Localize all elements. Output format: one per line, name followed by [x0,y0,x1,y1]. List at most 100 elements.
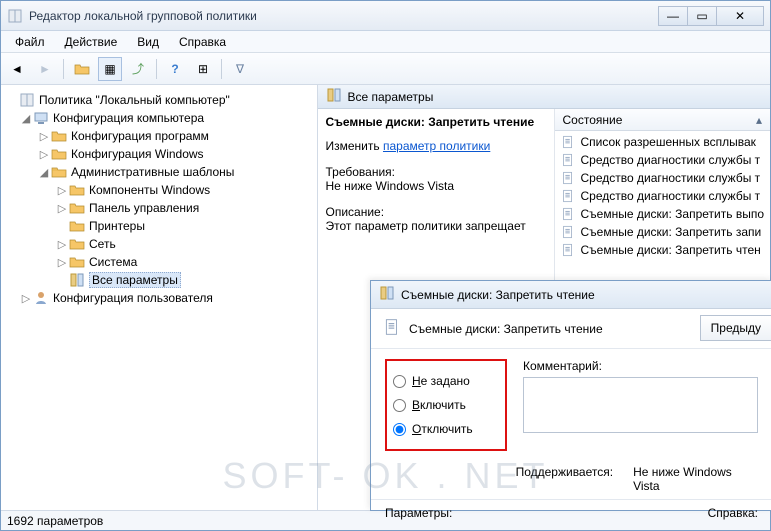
list-item-label: Средство диагностики службы т [581,171,761,185]
policy-name: Съемные диски: Запретить чтение [326,115,546,129]
tree-all-settings[interactable]: Все параметры [5,271,313,289]
folder-icon [74,61,90,77]
filter-icon: ∇ [236,62,244,76]
folder-icon [69,254,85,270]
list-item-label: Съемные диски: Запретить чтен [581,243,761,257]
tree-label: Административные шаблоны [71,165,234,179]
column-header-state[interactable]: Состояние ▴ [555,109,771,131]
tree-user-config[interactable]: ▷Конфигурация пользователя [5,289,313,307]
menubar: Файл Действие Вид Справка [1,31,770,53]
radio-not-configured[interactable]: Не задано [393,369,495,393]
settings-icon [326,87,342,106]
list-item-label: Список разрешенных всплывак [581,135,756,149]
list-item[interactable]: Список разрешенных всплывак [555,133,771,151]
pc-icon [33,110,49,126]
tree-label: Сеть [89,237,116,251]
tree-windows-components[interactable]: ▷Компоненты Windows [5,181,313,199]
dialog-title: Съемные диски: Запретить чтение [401,288,595,302]
tool-help-button[interactable]: ? [163,57,187,81]
radio-label: Отключить [412,422,473,436]
list-item[interactable]: Съемные диски: Запретить чтен [555,241,771,259]
dialog-header: Съемные диски: Запретить чтение Предыду [371,309,771,349]
dialog-titlebar: Съемные диски: Запретить чтение [371,281,771,309]
list-item[interactable]: Съемные диски: Запретить выпо [555,205,771,223]
help-icon: ? [171,62,178,76]
minimize-button[interactable]: — [658,6,688,26]
tool-folder-button[interactable] [70,57,94,81]
folder-icon [69,200,85,216]
tree-label: Конфигурация компьютера [53,111,204,125]
props-icon: ⊞ [198,62,208,76]
list-item-label: Средство диагностики службы т [581,153,761,167]
tree-label: Компоненты Windows [89,183,210,197]
edit-policy-link[interactable]: параметр политики [383,139,490,153]
tool-export-button[interactable]: ⤴ [126,57,150,81]
supported-label: Поддерживается: [516,465,614,493]
folder-icon [69,236,85,252]
doc-icon [561,207,575,221]
tree-root[interactable]: Политика "Локальный компьютер" [5,91,313,109]
folder-icon [69,218,85,234]
tree-control-panel[interactable]: ▷Панель управления [5,199,313,217]
tool-props-button[interactable]: ⊞ [191,57,215,81]
radio-group: Не задано Включить Отключить [385,359,507,451]
tree-label: Система [89,255,137,269]
parameters-label: Параметры: [385,506,452,520]
tree-label: Конфигурация Windows [71,147,204,161]
arrow-right-icon: ► [39,62,51,76]
list-item[interactable]: Средство диагностики службы т [555,169,771,187]
description-value: Этот параметр политики запрещает [326,219,546,233]
tree-system[interactable]: ▷Система [5,253,313,271]
tree-computer-config[interactable]: ◢Конфигурация компьютера [5,109,313,127]
tool-filter-button[interactable]: ∇ [228,57,252,81]
menu-help[interactable]: Справка [169,33,236,51]
list-icon: ▦ [104,62,115,76]
doc-icon [561,243,575,257]
separator [221,59,222,79]
menu-file[interactable]: Файл [5,33,55,51]
folder-icon [51,146,67,162]
dialog-heading: Съемные диски: Запретить чтение [409,322,603,336]
user-icon [33,290,49,306]
tree-admin-templates[interactable]: ◢Административные шаблоны [5,163,313,181]
settings-icon [379,285,395,304]
radio-disabled[interactable]: Отключить [393,417,495,441]
folder-icon [69,182,85,198]
menu-view[interactable]: Вид [127,33,169,51]
tree-program-config[interactable]: ▷Конфигурация программ [5,127,313,145]
tree-label: Политика "Локальный компьютер" [39,93,230,107]
tree-windows-config[interactable]: ▷Конфигурация Windows [5,145,313,163]
close-button[interactable]: ✕ [716,6,764,26]
forward-button[interactable]: ► [33,57,57,81]
tree-printers[interactable]: Принтеры [5,217,313,235]
comment-textbox[interactable] [523,377,758,433]
maximize-button[interactable]: ▭ [687,6,717,26]
radio-enabled[interactable]: Включить [393,393,495,417]
book-icon [19,92,35,108]
list-item[interactable]: Средство диагностики службы т [555,151,771,169]
requirements-value: Не ниже Windows Vista [326,179,546,193]
doc-icon [561,153,575,167]
tree-network[interactable]: ▷Сеть [5,235,313,253]
window-title: Редактор локальной групповой политики [29,9,257,23]
doc-icon [561,225,575,239]
separator [156,59,157,79]
doc-icon [561,171,575,185]
list-item[interactable]: Съемные диски: Запретить запи [555,223,771,241]
radio-label: Не задано [412,374,470,388]
settings-icon [69,272,85,288]
status-count: 1692 параметров [7,514,103,528]
doc-icon [383,318,401,339]
tool-list-button[interactable]: ▦ [98,57,122,81]
back-button[interactable]: ◄ [5,57,29,81]
edit-label: Изменить [326,139,380,153]
list-item-label: Средство диагностики службы т [581,189,761,203]
previous-button[interactable]: Предыду [700,315,771,341]
folder-icon [51,164,67,180]
menu-action[interactable]: Действие [55,33,128,51]
tree-pane: Политика "Локальный компьютер" ◢Конфигур… [1,85,318,510]
tree-label: Принтеры [89,219,145,233]
list-item[interactable]: Средство диагностики службы т [555,187,771,205]
column-label: Состояние [563,113,623,127]
description-label: Описание: [326,205,546,219]
